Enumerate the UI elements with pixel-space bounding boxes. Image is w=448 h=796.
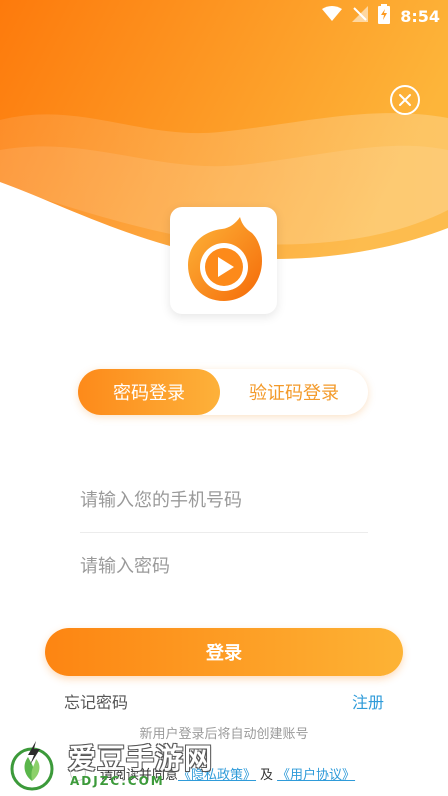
user-agreement-link[interactable]: 《用户协议》 xyxy=(277,764,355,783)
watermark-logo-icon xyxy=(10,741,54,791)
watermark-domain: ADJZC.COM xyxy=(70,774,165,788)
status-icons: 8:54 xyxy=(322,4,440,28)
password-input[interactable] xyxy=(80,546,368,586)
status-time: 8:54 xyxy=(400,6,440,26)
watermark-text: 爱豆手游网 xyxy=(68,742,214,775)
close-button[interactable] xyxy=(390,85,420,115)
tab-password-login[interactable]: 密码登录 xyxy=(78,369,220,415)
status-bar: 8:54 xyxy=(0,0,448,32)
login-mode-tabs: 密码登录 验证码登录 xyxy=(78,369,368,415)
tab-code-login[interactable]: 验证码登录 xyxy=(220,369,368,415)
app-logo xyxy=(170,207,277,314)
register-link[interactable]: 注册 xyxy=(352,689,384,713)
flame-play-logo-icon xyxy=(187,216,262,301)
battery-charging-icon xyxy=(378,4,391,28)
agreement-and: 及 xyxy=(260,767,274,783)
forgot-password-link[interactable]: 忘记密码 xyxy=(64,689,128,713)
signal-icon xyxy=(352,6,369,26)
close-icon xyxy=(399,94,411,106)
login-button[interactable]: 登录 xyxy=(45,628,403,676)
watermark: 爱豆手游网 ADJZC.COM xyxy=(6,737,236,793)
phone-input[interactable] xyxy=(80,480,368,520)
phone-divider xyxy=(80,532,368,533)
wifi-icon xyxy=(322,6,343,26)
